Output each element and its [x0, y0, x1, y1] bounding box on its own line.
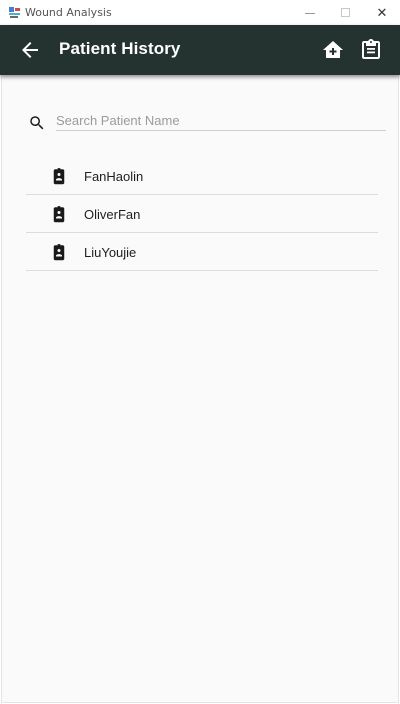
- search-input[interactable]: [56, 113, 386, 131]
- clipboard-button[interactable]: [359, 38, 383, 62]
- patient-list-item[interactable]: FanHaolin: [26, 157, 378, 195]
- id-badge-icon: [53, 206, 65, 223]
- window-title: Wound Analysis: [25, 6, 112, 19]
- maximize-button[interactable]: [327, 0, 363, 25]
- patient-name: FanHaolin: [84, 169, 144, 184]
- id-badge-icon: [53, 168, 65, 185]
- search-bar: [28, 113, 386, 131]
- app-bar: Patient History: [0, 25, 400, 75]
- patient-list-item[interactable]: OliverFan: [26, 195, 378, 233]
- close-button[interactable]: ✕: [364, 0, 400, 25]
- minimize-icon: [305, 13, 315, 14]
- maximize-icon: [340, 8, 350, 17]
- patient-list: FanHaolin OliverFan LiuYoujie: [26, 157, 378, 271]
- patient-list-item[interactable]: LiuYoujie: [26, 233, 378, 271]
- app-icon: [8, 6, 21, 19]
- page-title: Patient History: [59, 39, 181, 58]
- minimize-button[interactable]: [292, 0, 328, 25]
- patient-name: OliverFan: [84, 207, 141, 222]
- back-button[interactable]: [18, 38, 42, 62]
- arrow-back-icon: [22, 42, 38, 58]
- home-button[interactable]: [321, 38, 345, 62]
- clipboard-icon: [362, 39, 380, 59]
- search-icon: [30, 116, 44, 130]
- patient-name: LiuYoujie: [84, 245, 137, 260]
- home-add-icon: [323, 41, 343, 58]
- main-content: FanHaolin OliverFan LiuYoujie: [1, 75, 399, 703]
- id-badge-icon: [53, 244, 65, 261]
- close-icon: ✕: [376, 4, 388, 20]
- window-titlebar: Wound Analysis ✕: [0, 0, 400, 25]
